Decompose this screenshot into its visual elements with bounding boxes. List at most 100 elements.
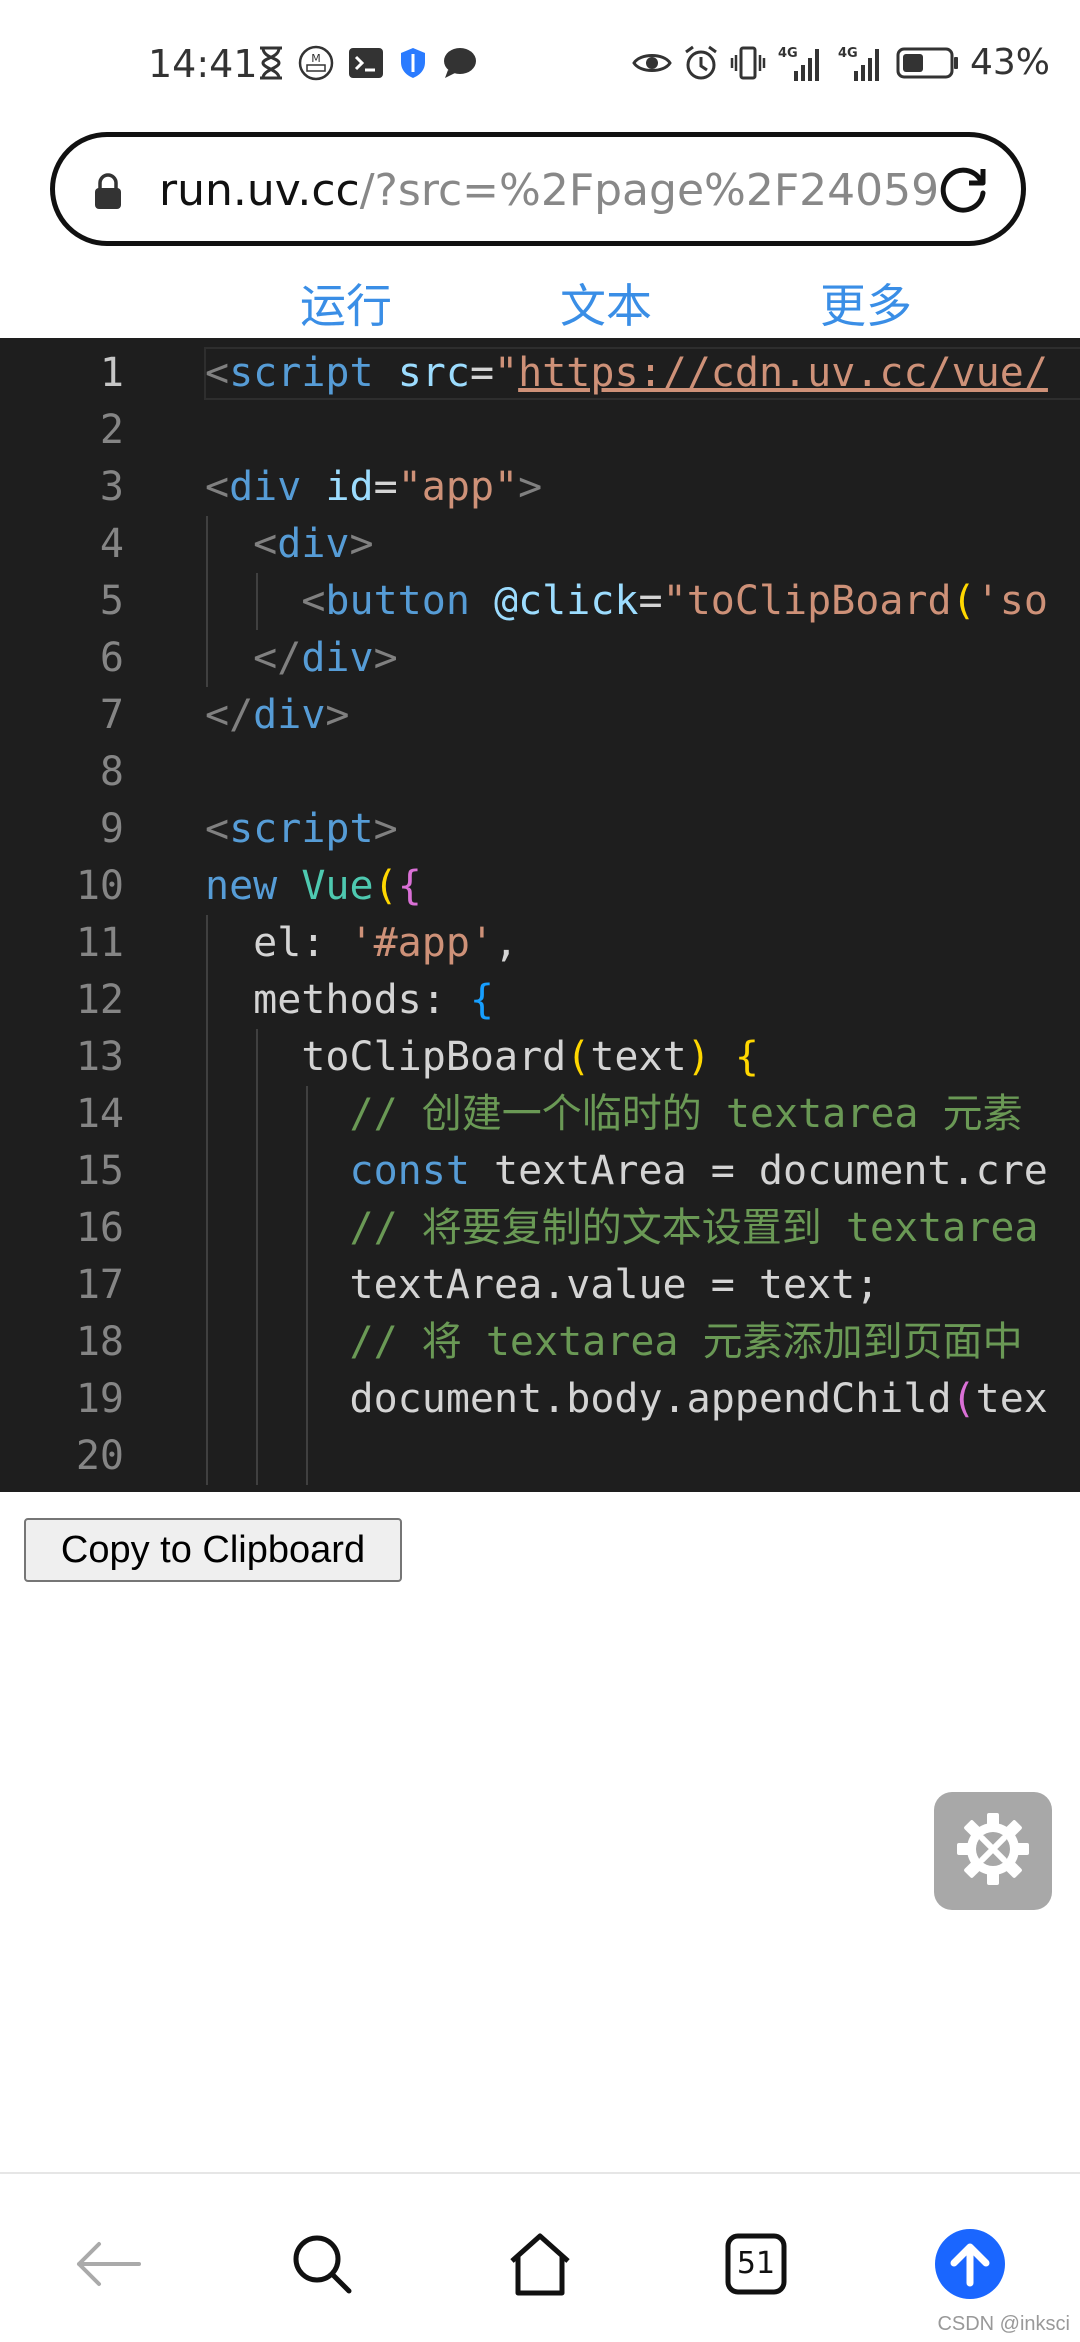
code-line[interactable]: 20 (0, 1428, 1080, 1485)
code-line[interactable]: 12 methods: { (0, 972, 1080, 1029)
code-token: textArea = document.cre (469, 1148, 1048, 1194)
back-icon[interactable] (68, 2224, 148, 2304)
status-bar: 14:41 M 4G 4G 43% (0, 0, 1080, 130)
code-token: > (373, 635, 398, 681)
code-line[interactable]: 1 <script src="https://cdn.uv.cc/vue/ (0, 345, 1080, 402)
code-token: Vue (301, 863, 374, 909)
code-text: toClipBoard(text) { (205, 1029, 759, 1086)
line-number: 9 (99, 806, 124, 852)
shield-icon (398, 46, 428, 80)
code-line[interactable]: 10 new Vue({ (0, 858, 1080, 915)
copy-to-clipboard-button[interactable]: Copy to Clipboard (24, 1518, 402, 1582)
code-token: { (734, 1034, 759, 1080)
code-text: <div id="app"> (205, 459, 542, 516)
code-text: // 创建一个临时的 textarea 元素 (205, 1086, 1023, 1143)
code-line[interactable]: 3 <div id="app"> (0, 459, 1080, 516)
code-token: , (494, 920, 519, 966)
tabs-button[interactable]: 51 (716, 2224, 796, 2304)
more-button[interactable]: 更多 (820, 270, 912, 336)
battery-percent: 43% (969, 42, 1050, 83)
code-text: el: '#app', (205, 915, 518, 972)
code-line[interactable]: 8 (0, 744, 1080, 801)
code-line[interactable]: 18 // 将 textarea 元素添加到页面中 (0, 1314, 1080, 1371)
code-token: > (325, 692, 350, 738)
gear-wrench-icon (953, 1809, 1033, 1893)
code-line[interactable]: 6 </div> (0, 630, 1080, 687)
code-line[interactable]: 14 // 创建一个临时的 textarea 元素 (0, 1086, 1080, 1143)
code-token: ( (566, 1034, 591, 1080)
code-token: @click (494, 578, 639, 624)
code-line[interactable]: 13 toClipBoard(text) { (0, 1029, 1080, 1086)
code-token: = (373, 464, 398, 510)
code-line[interactable]: 16 // 将要复制的文本设置到 textarea (0, 1200, 1080, 1257)
status-right-icons: 4G 4G 43% (632, 42, 1050, 83)
search-icon[interactable] (282, 2224, 362, 2304)
code-token: < (205, 464, 230, 510)
code-line[interactable]: 9 <script> (0, 801, 1080, 858)
dev-tools-button[interactable] (934, 1792, 1052, 1910)
line-number: 13 (75, 1034, 124, 1080)
code-text: <div> (205, 516, 373, 573)
url-text[interactable]: run.uv.cc/?src=%2Fpage%2F24059 (159, 165, 949, 216)
run-button[interactable]: 运行 (300, 270, 392, 336)
code-text: </div> (205, 630, 398, 687)
code-token: > (373, 806, 398, 852)
line-number: 5 (99, 578, 124, 624)
code-line[interactable]: 17 textArea.value = text; (0, 1257, 1080, 1314)
vibrate-icon (730, 45, 766, 81)
reload-icon[interactable] (933, 159, 993, 223)
code-line[interactable]: 2 (0, 402, 1080, 459)
code-token: </ (205, 692, 254, 738)
code-token: div (253, 692, 326, 738)
alarm-icon (682, 44, 720, 82)
code-line[interactable]: 15 const textArea = document.cre (0, 1143, 1080, 1200)
bottom-navigation: 51 CSDN @inksci (0, 2172, 1080, 2342)
text-button[interactable]: 文本 (560, 270, 652, 336)
code-token: > (518, 464, 543, 510)
code-line[interactable]: 4 <div> (0, 516, 1080, 573)
code-token: '#app' (349, 920, 495, 966)
code-line[interactable]: 5 <button @click="toClipBoard('so (0, 573, 1080, 630)
code-editor[interactable]: 1 <script src="https://cdn.uv.cc/vue/2 3 <d… (0, 338, 1080, 1492)
code-token: "toClipBoard (662, 578, 952, 624)
upload-icon[interactable] (930, 2224, 1010, 2304)
code-token: // 创建一个临时的 textarea 元素 (349, 1091, 1023, 1137)
code-line[interactable]: 7 </div> (0, 687, 1080, 744)
code-token: < (205, 806, 230, 852)
line-number: 16 (75, 1205, 124, 1251)
lock-icon (93, 173, 123, 215)
status-time: 14:41 (148, 42, 258, 86)
code-token: ) (686, 1034, 711, 1080)
code-text: textArea.value = text; (205, 1257, 879, 1314)
address-bar[interactable]: run.uv.cc/?src=%2Fpage%2F24059 (50, 132, 1026, 246)
line-number: 8 (99, 749, 124, 795)
line-number: 1 (99, 350, 124, 396)
code-text: // 将要复制的文本设置到 textarea (205, 1200, 1039, 1257)
code-token: 'so (975, 578, 1048, 624)
code-text: methods: { (205, 972, 494, 1029)
code-text: <script src="https://cdn.uv.cc/vue/ (205, 345, 1048, 402)
line-number: 15 (75, 1148, 124, 1194)
line-number: 19 (75, 1376, 124, 1422)
code-token: </ (253, 635, 302, 681)
code-token: new (205, 863, 278, 909)
code-line[interactable]: 19 document.body.appendChild(tex (0, 1371, 1080, 1428)
svg-text:M: M (311, 52, 321, 65)
code-token: document.body.appendChild (205, 1376, 952, 1422)
code-text: const textArea = document.cre (205, 1143, 1048, 1200)
tab-count: 51 (736, 2246, 776, 2281)
signal-icon: 4G (836, 43, 886, 83)
code-token: script (229, 806, 374, 852)
code-token: = (469, 350, 495, 396)
code-line[interactable]: 11 el: '#app', (0, 915, 1080, 972)
line-number: 20 (75, 1433, 124, 1479)
code-token: // 将要复制的文本设置到 textarea (349, 1205, 1039, 1251)
home-icon[interactable] (500, 2224, 580, 2304)
code-token: text (590, 1034, 687, 1080)
